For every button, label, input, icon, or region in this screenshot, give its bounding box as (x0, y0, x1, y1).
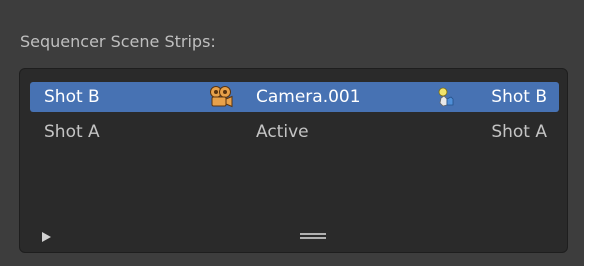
list-resize-handle[interactable] (300, 233, 326, 239)
list-item[interactable]: Shot B Camera.001 Shot B (30, 82, 559, 112)
strip-scene: Shot A (491, 122, 547, 142)
properties-panel: Sequencer Scene Strips: Shot B Camera.00… (0, 0, 584, 266)
list-item[interactable]: Shot A Active Shot A (30, 117, 559, 147)
strip-camera: Camera.001 (256, 87, 361, 107)
scene-icon (437, 87, 457, 107)
camera-object-icon (209, 85, 233, 109)
strip-camera: Active (256, 122, 309, 142)
panel-label: Sequencer Scene Strips: (20, 32, 216, 51)
scene-strips-list[interactable]: Shot B Camera.001 Shot B Shot A Active S… (19, 68, 568, 253)
strip-scene: Shot B (491, 87, 547, 107)
strip-name: Shot B (44, 87, 100, 107)
expand-arrow-icon[interactable] (42, 232, 51, 242)
strip-name: Shot A (44, 122, 100, 142)
